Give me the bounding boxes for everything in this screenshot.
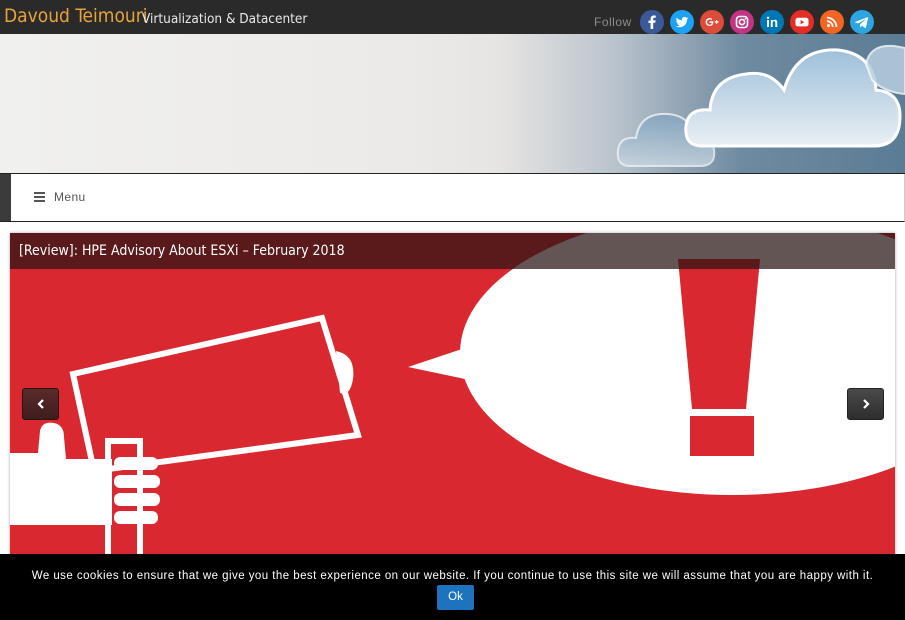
twitter-icon[interactable] bbox=[670, 10, 694, 34]
top-bar: Davoud Teimouri Virtualization & Datacen… bbox=[0, 0, 905, 34]
slider-next-button[interactable] bbox=[847, 388, 884, 420]
chevron-left-icon bbox=[36, 399, 44, 409]
rss-icon[interactable] bbox=[820, 10, 844, 34]
cloud-banner-illustration bbox=[616, 44, 905, 167]
telegram-icon[interactable] bbox=[850, 10, 874, 34]
instagram-icon[interactable] bbox=[730, 10, 754, 34]
slide-title-bar: [Review]: HPE Advisory About ESXi – Febr… bbox=[10, 233, 895, 269]
cookie-message: We use cookies to ensure that we give yo… bbox=[31, 570, 874, 582]
hamburger-icon bbox=[34, 192, 45, 202]
chevron-right-icon bbox=[862, 399, 870, 409]
youtube-icon[interactable] bbox=[790, 10, 814, 34]
slider-prev-button[interactable] bbox=[22, 388, 59, 420]
header-banner bbox=[0, 34, 905, 174]
menu-toggle-button[interactable]: Menu bbox=[34, 190, 86, 204]
linkedin-icon[interactable] bbox=[760, 10, 784, 34]
main-navigation: Menu bbox=[0, 174, 905, 222]
site-tagline: Virtualization & Datacenter bbox=[142, 11, 308, 27]
google-plus-icon[interactable] bbox=[700, 10, 724, 34]
slide-title-link[interactable]: [Review]: HPE Advisory About ESXi – Febr… bbox=[19, 243, 345, 260]
megaphone-alert-illustration bbox=[10, 233, 895, 563]
follow-label: Follow bbox=[594, 15, 632, 29]
featured-slider: [Review]: HPE Advisory About ESXi – Febr… bbox=[10, 233, 895, 563]
menu-accent-bar bbox=[0, 174, 11, 221]
social-links bbox=[640, 10, 874, 34]
site-title-link[interactable]: Davoud Teimouri bbox=[4, 5, 148, 27]
cookie-ok-button[interactable]: Ok bbox=[437, 585, 474, 610]
facebook-icon[interactable] bbox=[640, 10, 664, 34]
cookie-consent-bar: We use cookies to ensure that we give yo… bbox=[0, 554, 905, 620]
menu-label: Menu bbox=[54, 190, 86, 204]
